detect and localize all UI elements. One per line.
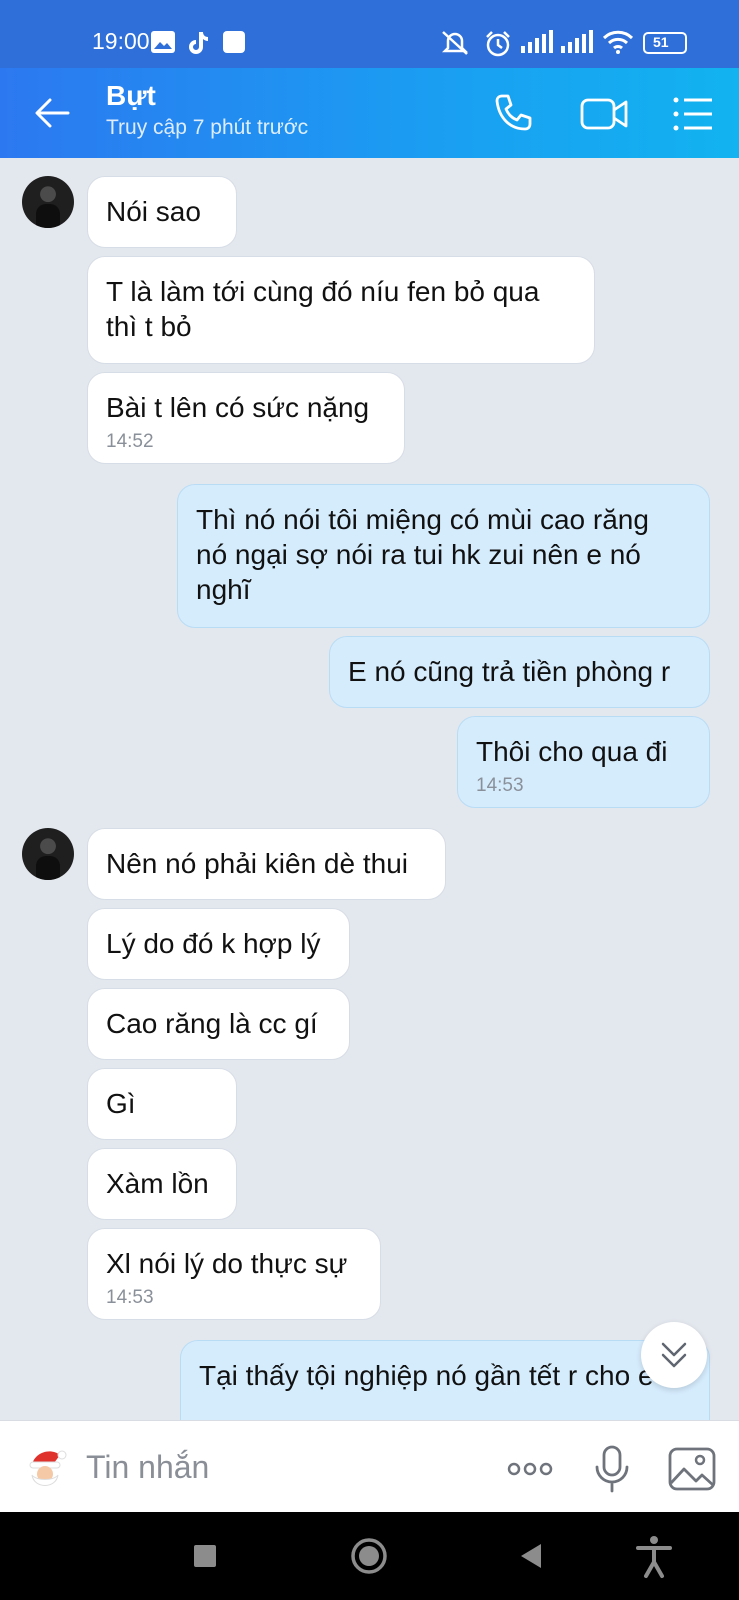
- message-bubble[interactable]: Bài t lên có sức nặng 14:52: [87, 372, 405, 464]
- message-text: E nó cũng trả tiền phòng r: [348, 656, 671, 687]
- message-bubble[interactable]: Cao răng là cc gí: [87, 988, 350, 1060]
- mute-icon: [441, 31, 469, 55]
- alarm-icon: [486, 31, 510, 57]
- signal-icon: [561, 30, 593, 53]
- message-bubble[interactable]: Xàm lồn: [87, 1148, 237, 1220]
- more-options-icon[interactable]: [504, 1443, 556, 1495]
- message-time: 14:53: [106, 1287, 154, 1308]
- chevron-down-icon: [661, 1342, 687, 1368]
- video-call-icon[interactable]: [578, 88, 630, 140]
- system-navigation-bar: [0, 1512, 739, 1600]
- message-time: 14:53: [476, 775, 524, 796]
- message-text: Lý do đó k hợp lý: [106, 928, 321, 959]
- chat-screen: 19:00 51 Bựt Truy cập 7 phút trước Nói s…: [0, 0, 739, 1600]
- battery-icon: 51: [643, 32, 687, 54]
- message-bubble[interactable]: Nói sao: [87, 176, 237, 248]
- message-time: 14:52: [106, 431, 154, 452]
- back-icon[interactable]: [507, 1532, 555, 1580]
- message-text: Nói sao: [106, 196, 201, 227]
- message-bubble[interactable]: Thì nó nói tôi miệng có mùi cao răng nó …: [177, 484, 710, 628]
- battery-level: 51: [653, 34, 669, 50]
- tiktok-icon: [189, 32, 208, 54]
- message-bubble[interactable]: Gì: [87, 1068, 237, 1140]
- chat-header: Bựt Truy cập 7 phút trước: [0, 68, 739, 158]
- avatar[interactable]: [22, 828, 74, 880]
- message-bubble[interactable]: T là làm tới cùng đó níu fen bỏ qua thì …: [87, 256, 595, 364]
- phone-icon[interactable]: [488, 88, 540, 140]
- status-bar: 19:00 51: [0, 0, 739, 68]
- message-text: Nên nó phải kiên dè thui: [106, 848, 408, 879]
- accessibility-icon[interactable]: [630, 1532, 678, 1580]
- contact-name[interactable]: Bựt: [106, 80, 156, 112]
- home-icon[interactable]: [345, 1532, 393, 1580]
- message-bubble[interactable]: E nó cũng trả tiền phòng r: [329, 636, 710, 708]
- status-time: 19:00: [92, 28, 150, 54]
- message-text: Xàm lồn: [106, 1168, 209, 1199]
- message-input[interactable]: [86, 1441, 476, 1493]
- menu-icon[interactable]: [668, 88, 720, 140]
- microphone-icon[interactable]: [586, 1443, 638, 1495]
- message-bubble[interactable]: Tại thấy tội nghiệp nó gần tết r cho e: [180, 1340, 710, 1420]
- square-notification-icon: [223, 31, 245, 53]
- message-text: Gì: [106, 1088, 136, 1119]
- message-composer: [0, 1420, 739, 1512]
- back-arrow-icon[interactable]: [30, 90, 76, 136]
- signal-icon: [521, 30, 553, 53]
- message-text: Tại thấy tội nghiệp nó gần tết r cho e: [199, 1360, 654, 1391]
- avatar[interactable]: [22, 176, 74, 228]
- message-text: Cao răng là cc gí: [106, 1008, 318, 1039]
- message-text: Bài t lên có sức nặng: [106, 392, 370, 423]
- image-gallery-icon[interactable]: [666, 1443, 718, 1495]
- santa-sticker-icon[interactable]: [24, 1445, 70, 1491]
- message-text: Thôi cho qua đi: [476, 736, 668, 767]
- message-bubble[interactable]: Lý do đó k hợp lý: [87, 908, 350, 980]
- message-bubble[interactable]: Xl nói lý do thực sự 14:53: [87, 1228, 381, 1320]
- message-text: Thì nó nói tôi miệng có mùi cao răng nó …: [196, 504, 649, 605]
- message-text: T là làm tới cùng đó níu fen bỏ qua thì …: [106, 276, 540, 342]
- contact-last-seen: Truy cập 7 phút trước: [106, 116, 309, 139]
- scroll-to-bottom-button[interactable]: [641, 1322, 707, 1388]
- message-text: Xl nói lý do thực sự: [106, 1248, 348, 1279]
- wifi-icon: [602, 30, 634, 54]
- recent-apps-icon[interactable]: [181, 1532, 229, 1580]
- message-bubble[interactable]: Nên nó phải kiên dè thui: [87, 828, 446, 900]
- message-list[interactable]: Nói sao T là làm tới cùng đó níu fen bỏ …: [0, 158, 739, 1420]
- message-bubble[interactable]: Thôi cho qua đi 14:53: [457, 716, 710, 808]
- image-icon: [151, 31, 175, 53]
